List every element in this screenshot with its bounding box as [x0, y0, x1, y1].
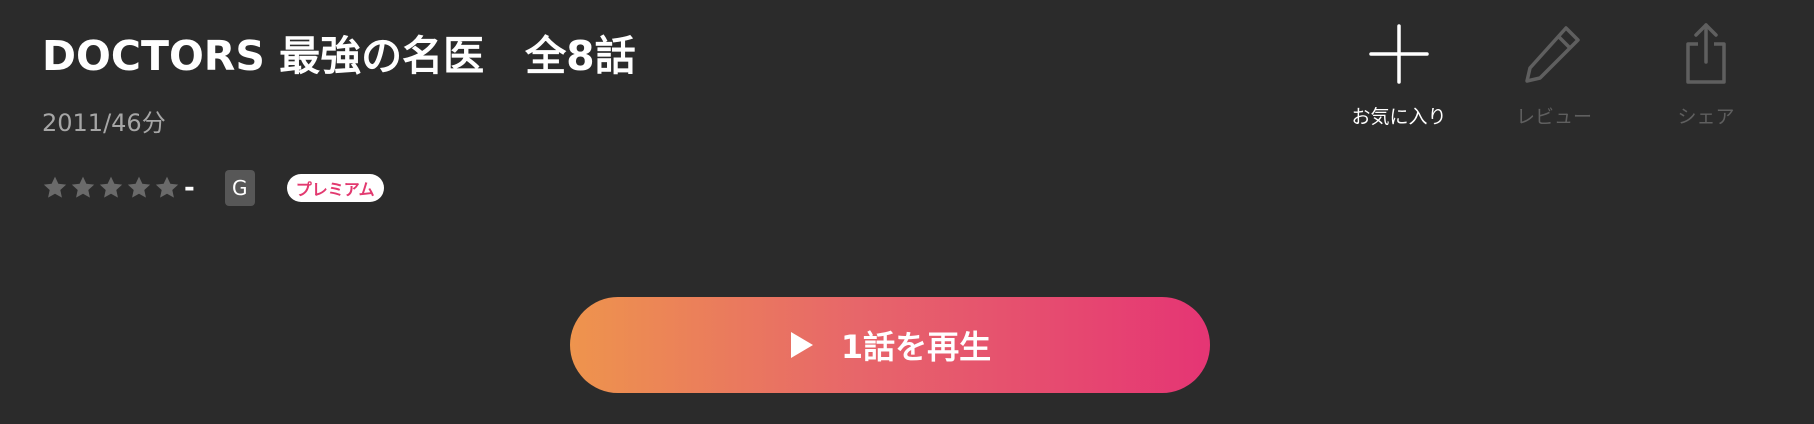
review-button[interactable]: レビュー: [1494, 22, 1614, 129]
share-label: シェア: [1677, 106, 1735, 128]
play-button[interactable]: 1話を再生: [570, 297, 1210, 393]
favorite-button[interactable]: お気に入り: [1339, 22, 1459, 129]
star-icon: [99, 176, 123, 198]
premium-badge: プレミアム: [286, 174, 384, 202]
star-icon: [71, 176, 95, 198]
rating-row: - G プレミアム: [42, 170, 384, 206]
play-label: 1話を再生: [840, 328, 992, 366]
share-button[interactable]: シェア: [1646, 22, 1766, 129]
play-icon: [790, 332, 813, 358]
star-icon: [43, 176, 67, 198]
star-rating[interactable]: [42, 175, 182, 201]
favorite-label: お気に入り: [1351, 106, 1447, 128]
age-rating-badge: G: [224, 170, 255, 206]
plus-icon: [1369, 24, 1429, 84]
year-duration: 2011/46分: [42, 109, 166, 137]
rating-value: -: [184, 173, 195, 203]
star-icon: [127, 176, 151, 198]
review-label: レビュー: [1515, 106, 1592, 128]
share-icon: [1686, 23, 1726, 84]
pencil-icon: [1525, 26, 1580, 83]
star-icon: [155, 176, 179, 198]
page-title: DOCTORS 最強の名医 全8話: [42, 32, 636, 80]
